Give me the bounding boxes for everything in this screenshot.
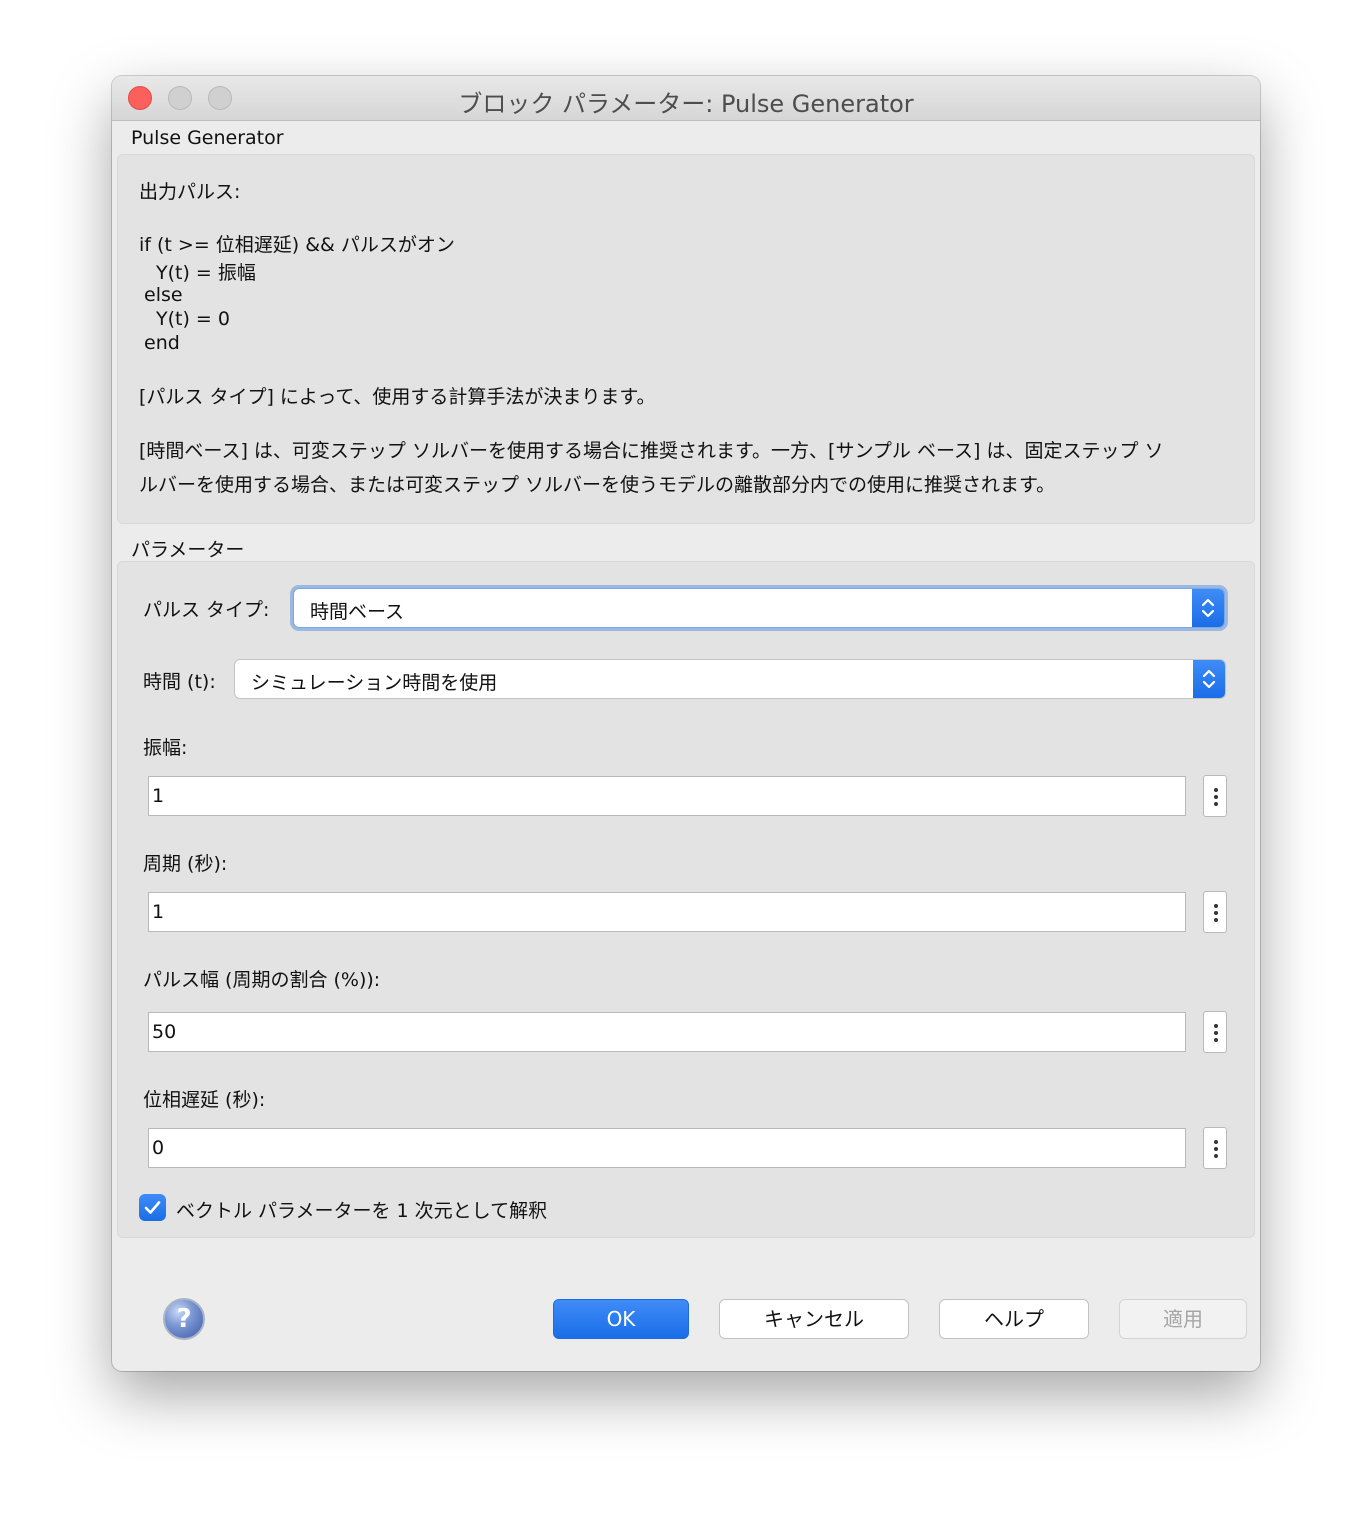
block-name-heading: Pulse Generator [131, 127, 284, 149]
recommendation-line: [時間ベース] は、可変ステップ ソルバーを使用する場合に推奨されます。一方、[… [139, 440, 1164, 462]
interpret-vector-checkbox[interactable] [139, 1194, 166, 1221]
amplitude-input[interactable] [148, 776, 1186, 816]
window-title: ブロック パラメーター: Pulse Generator [458, 90, 914, 118]
ok-button[interactable]: OK [553, 1299, 689, 1339]
pulse-width-input[interactable] [148, 1012, 1186, 1052]
title-bar[interactable]: ブロック パラメーター: Pulse Generator [112, 76, 1260, 121]
phase-delay-more-button[interactable] [1203, 1127, 1227, 1169]
period-label: 周期 (秒): [143, 853, 228, 875]
code-line: Y(t) = 0 [156, 308, 230, 330]
amplitude-more-button[interactable] [1203, 775, 1227, 817]
pulse-width-label: パルス幅 (周期の割合 (%)): [143, 969, 381, 991]
code-line: end [144, 332, 180, 354]
amplitude-label: 振幅: [143, 737, 188, 759]
code-line: Y(t) = 振幅 [156, 262, 256, 284]
pulse-type-value: 時間ベース [310, 601, 405, 623]
pulse-type-label: パルス タイプ: [143, 599, 270, 621]
chevron-updown-icon [1192, 589, 1224, 627]
vertical-ellipsis-icon [1214, 904, 1218, 922]
time-value: シミュレーション時間を使用 [251, 672, 498, 694]
vertical-ellipsis-icon [1214, 1024, 1218, 1042]
interpret-vector-label[interactable]: ベクトル パラメーターを 1 次元として解釈 [176, 1196, 547, 1223]
time-label: 時間 (t): [143, 671, 216, 693]
output-heading: 出力パルス: [139, 181, 241, 203]
recommendation-line: ルバーを使用する場合、または可変ステップ ソルバーを使うモデルの離散部分内での使… [139, 474, 1056, 496]
help-button[interactable]: ヘルプ [939, 1299, 1089, 1339]
time-select[interactable]: シミュレーション時間を使用 [234, 659, 1226, 699]
block-parameters-dialog: ブロック パラメーター: Pulse Generator Pulse Gener… [112, 76, 1260, 1371]
pulse-type-note: [パルス タイプ] によって、使用する計算手法が決まります。 [139, 386, 656, 408]
vertical-ellipsis-icon [1214, 1140, 1218, 1158]
cancel-button[interactable]: キャンセル [719, 1299, 909, 1339]
phase-delay-label: 位相遅延 (秒): [143, 1089, 266, 1111]
phase-delay-input[interactable] [148, 1128, 1186, 1168]
parameters-panel: パルス タイプ: 時間ベース 時間 (t): シミュレーション時間を使用 振幅:… [117, 561, 1255, 1238]
period-input[interactable] [148, 892, 1186, 932]
vertical-ellipsis-icon [1214, 788, 1218, 806]
description-panel: 出力パルス: if (t >= 位相遅延) && パルスがオン Y(t) = 振… [117, 154, 1255, 524]
code-line: else [144, 284, 183, 306]
apply-button: 適用 [1119, 1299, 1247, 1339]
checkmark-icon [144, 1201, 161, 1214]
question-mark-icon[interactable]: ? [163, 1298, 205, 1340]
parameters-heading: パラメーター [131, 539, 245, 561]
code-line: if (t >= 位相遅延) && パルスがオン [139, 234, 455, 256]
period-more-button[interactable] [1203, 891, 1227, 933]
pulse-type-select[interactable]: 時間ベース [293, 588, 1225, 628]
chevron-updown-icon [1193, 660, 1225, 698]
pulse-width-more-button[interactable] [1203, 1011, 1227, 1053]
